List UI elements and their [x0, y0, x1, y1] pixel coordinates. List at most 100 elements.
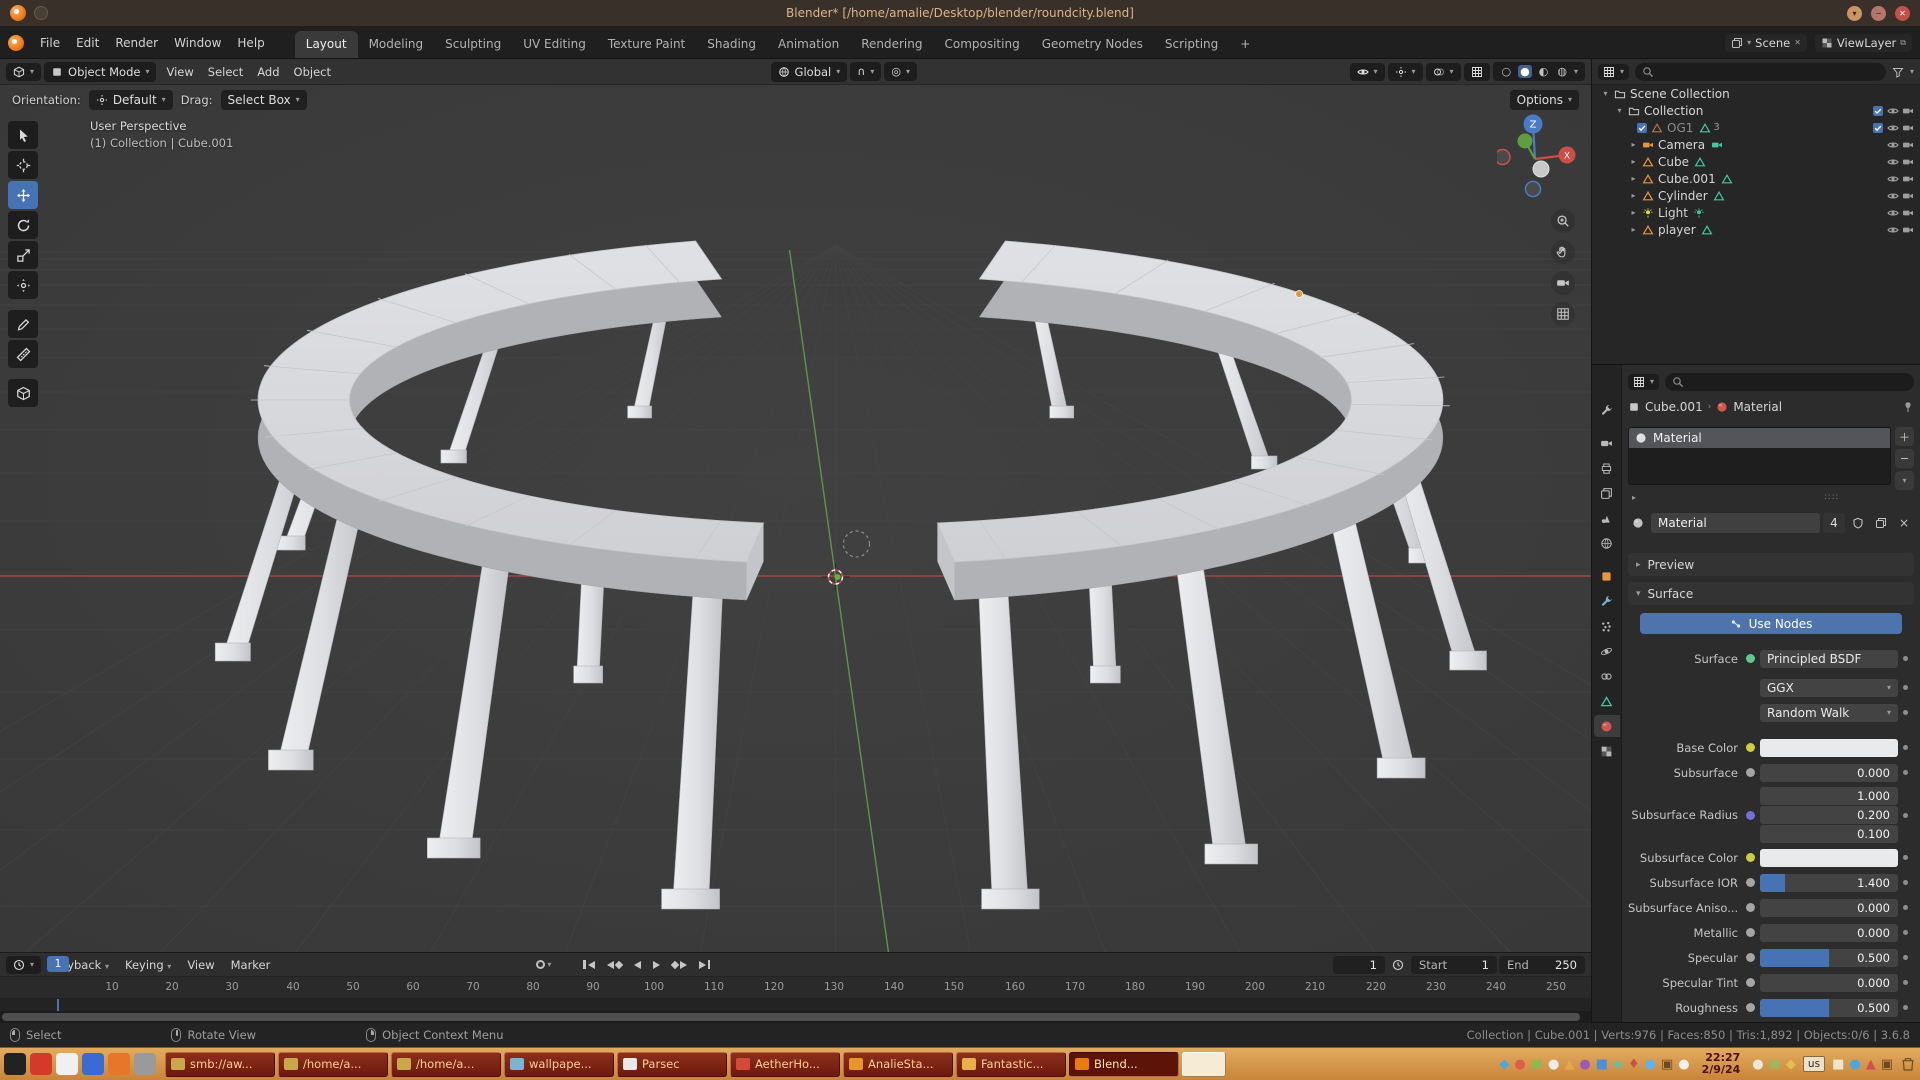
tray-icon[interactable]: ◆ [1499, 1058, 1509, 1071]
tab-object-data[interactable] [1594, 690, 1620, 712]
outliner-item-label[interactable]: Scene Collection [1630, 87, 1730, 101]
unlink-material-icon[interactable]: × [1894, 513, 1914, 533]
sss-method-dropdown[interactable]: Random Walk▾ [1760, 704, 1898, 722]
hide-eye-icon[interactable] [1885, 173, 1900, 185]
expander-icon[interactable]: ▾ [1613, 106, 1626, 115]
disable-render-icon[interactable] [1900, 207, 1915, 219]
taskbar-window-button[interactable]: wallpape... [504, 1052, 614, 1077]
launcher-icon[interactable] [108, 1053, 130, 1075]
animate-dot[interactable] [1898, 980, 1912, 985]
outliner-row[interactable]: OG1 3 [1592, 119, 1920, 136]
tray-icon[interactable]: ● [1645, 1058, 1656, 1071]
menu-item[interactable]: Render [107, 32, 166, 54]
view-menu[interactable]: View [180, 956, 221, 974]
expander-icon[interactable]: ▾ [1599, 89, 1612, 98]
animate-dot[interactable] [1898, 905, 1912, 910]
pan-hand-icon[interactable] [1551, 240, 1575, 264]
move-tool[interactable] [8, 181, 38, 209]
disable-render-icon[interactable] [1900, 105, 1915, 117]
expander-icon[interactable]: ▸ [1627, 157, 1640, 166]
frame-ruler[interactable]: 1020304050607080901001101201301401501601… [0, 977, 1591, 999]
material-slot-list[interactable]: Material [1628, 427, 1891, 485]
hide-eye-icon[interactable] [1885, 105, 1900, 117]
value-slider[interactable]: 0.000 [1760, 974, 1898, 992]
select-box-tool[interactable] [8, 121, 38, 149]
tray-icon[interactable]: ▣ [1769, 1058, 1781, 1071]
tray-icon[interactable]: ▲ [1866, 1058, 1876, 1071]
tab-world[interactable] [1594, 532, 1620, 554]
fake-user-shield-icon[interactable] [1848, 513, 1868, 533]
keying-menu[interactable]: Keying ▾ [118, 956, 178, 974]
slot-resize-handle[interactable]: ▸∷∷ [1628, 490, 1914, 505]
tab-render[interactable] [1594, 432, 1620, 454]
tray-icon[interactable]: ■ [1596, 1058, 1608, 1071]
frame-start-field[interactable]: Start1 [1411, 956, 1497, 974]
browse-material-icon[interactable] [1628, 513, 1648, 533]
drag-setting-dropdown[interactable]: Select Box▾ [221, 90, 307, 110]
tray-icon[interactable]: ■ [1832, 1058, 1844, 1071]
add-slot-button[interactable]: ＋ [1895, 427, 1914, 446]
proportional-edit-dropdown[interactable]: ◎▾ [884, 62, 917, 81]
expander-icon[interactable]: ▸ [1627, 174, 1640, 183]
taskbar-window-button[interactable]: Parsec [617, 1052, 727, 1077]
gizmo-negx-ball[interactable] [1497, 150, 1510, 165]
3d-viewport[interactable]: Orientation: Default▾ Drag: Select Box▾ … [0, 85, 1591, 952]
taskbar-window-button[interactable]: smb://aw... [165, 1052, 275, 1077]
workspace-tab[interactable]: Modeling [358, 31, 435, 58]
color-swatch[interactable] [1760, 739, 1898, 757]
trash-icon[interactable] [1900, 1056, 1916, 1072]
value-slider[interactable]: 0.000 [1760, 899, 1898, 917]
workspace-tab[interactable]: Sculpting [434, 31, 512, 58]
close-button[interactable]: ✕ [1895, 6, 1910, 21]
zoom-icon[interactable] [1551, 209, 1575, 233]
hide-eye-icon[interactable] [1885, 190, 1900, 202]
hide-eye-icon[interactable] [1885, 139, 1900, 151]
outliner-editor-type-button[interactable]: ▾ [1598, 64, 1629, 80]
workspace-tab[interactable]: UV Editing [512, 31, 597, 58]
camera-view-icon[interactable] [1551, 271, 1575, 295]
tray-icon[interactable]: ● [1678, 1058, 1689, 1071]
outliner-row[interactable]: ▾ Scene Collection [1592, 85, 1920, 102]
gizmo-negy-ball[interactable] [1533, 161, 1549, 177]
jump-to-end-button[interactable] [694, 958, 716, 971]
tray-icon[interactable]: ● [1849, 1058, 1860, 1071]
add-cube-tool[interactable] [8, 379, 38, 407]
outliner-item-label[interactable]: Cube [1658, 155, 1689, 169]
color-swatch[interactable] [1760, 849, 1898, 867]
exclude-checkbox-icon[interactable] [1634, 122, 1649, 134]
animate-dot[interactable] [1898, 770, 1912, 775]
value-slider[interactable]: 0.000 [1760, 924, 1898, 942]
gizmo-y-ball[interactable] [1518, 134, 1533, 149]
current-frame-field[interactable]: 1 [1333, 956, 1385, 974]
launcher-icon[interactable] [56, 1053, 78, 1075]
properties-editor-type-button[interactable]: ▾ [1628, 374, 1659, 390]
tab-material[interactable] [1594, 715, 1620, 737]
selectable-checkbox-icon[interactable] [1870, 105, 1885, 117]
hide-eye-icon[interactable] [1885, 122, 1900, 134]
tray-icon[interactable]: ● [1514, 1058, 1525, 1071]
cursor-tool[interactable] [8, 151, 38, 179]
mode-dropdown[interactable]: Object Mode▾ [44, 62, 156, 82]
outliner-row[interactable]: ▸ player [1592, 221, 1920, 238]
minimize-button[interactable]: ▾ [1847, 6, 1862, 21]
marker-menu[interactable]: Marker [224, 956, 278, 974]
tray-icon[interactable]: ♦ [1628, 1058, 1640, 1071]
tray-icon[interactable]: ● [1548, 1058, 1559, 1071]
workspace-tab[interactable]: + [1229, 31, 1261, 58]
object-origin-dot[interactable] [1296, 291, 1303, 298]
wireframe-shading-icon[interactable]: ○ [1500, 65, 1514, 78]
tab-particles[interactable] [1594, 615, 1620, 637]
scrollbar-thumb[interactable] [2, 1013, 1580, 1021]
outliner-item-label[interactable]: Camera [1658, 138, 1705, 152]
workspace-tab[interactable]: Compositing [933, 31, 1030, 58]
animate-dot[interactable] [1898, 813, 1912, 818]
outliner-item-label[interactable]: player [1658, 223, 1696, 237]
workspace-tab[interactable]: Layout [295, 31, 358, 58]
material-slot-row[interactable]: Material [1629, 428, 1890, 448]
outliner-row[interactable]: ▸ Light [1592, 204, 1920, 221]
workspace-tab[interactable]: Geometry Nodes [1031, 31, 1154, 58]
workspace-tab[interactable]: Scripting [1154, 31, 1229, 58]
breadcrumb-material[interactable]: Material [1733, 400, 1782, 414]
next-keyframe-button[interactable] [667, 959, 692, 971]
animate-dot[interactable] [1898, 1005, 1912, 1010]
